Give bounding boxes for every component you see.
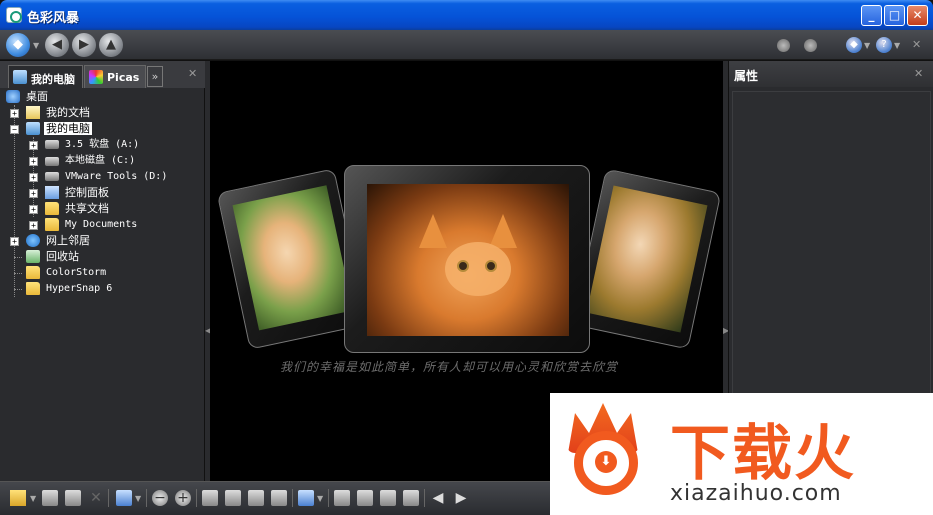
computer-icon xyxy=(13,70,27,84)
minimize-button[interactable]: _ xyxy=(861,5,882,26)
documents-icon xyxy=(26,106,40,119)
title-bar[interactable]: 色彩风暴 _ □ ✕ xyxy=(0,0,933,30)
expand-icon[interactable]: + xyxy=(29,205,38,214)
thumbnail-icon[interactable] xyxy=(357,490,373,506)
folder-icon xyxy=(45,202,59,215)
properties-title: 属性 xyxy=(734,69,759,83)
expand-icon[interactable]: + xyxy=(29,157,38,166)
tree-item-shared-documents[interactable]: + 共享文档 xyxy=(29,201,109,217)
panel-tabs: 我的电脑 Picas » ✕ xyxy=(0,61,205,88)
edit-icon[interactable] xyxy=(298,490,314,506)
tree-item-my-documents-folder[interactable]: + My Documents xyxy=(29,217,137,233)
fit-window-icon[interactable] xyxy=(202,490,218,506)
photo-girl-right xyxy=(586,185,708,333)
photo-girl-left xyxy=(232,185,354,331)
forward-button[interactable]: ▶ xyxy=(72,33,96,57)
home-orb-button[interactable]: ◆ xyxy=(6,33,30,57)
zoom-in-icon[interactable]: + xyxy=(175,490,191,506)
record-dot-button-2[interactable] xyxy=(804,39,817,52)
open-folder-icon[interactable] xyxy=(10,490,26,506)
tree-item-hypersnap[interactable]: HyperSnap 6 xyxy=(10,281,112,297)
expand-icon[interactable]: + xyxy=(29,221,38,230)
tab-picasa[interactable]: Picas xyxy=(84,65,146,88)
folder-icon xyxy=(26,266,40,279)
help-orb-icon[interactable]: ? xyxy=(876,37,892,53)
brand-url: xiazaihuo.com xyxy=(670,481,842,506)
close-icon[interactable]: ✕ xyxy=(914,67,923,80)
tree-item-desktop[interactable]: 桌面 xyxy=(6,89,48,105)
slideshow-icon[interactable] xyxy=(403,490,419,506)
expand-icon[interactable]: + xyxy=(29,141,38,150)
cd-drive-icon xyxy=(45,172,59,181)
back-button[interactable]: ◀ xyxy=(45,33,69,57)
watermark-logo: ⬇ 下载火 xiazaihuo.com xyxy=(550,393,933,515)
tree-item-colorstorm[interactable]: ColorStorm xyxy=(10,265,106,281)
view-mode-icon[interactable] xyxy=(116,490,132,506)
tree-item-floppy[interactable]: + 3.5 软盘 (A:) xyxy=(29,137,139,153)
fit-width-icon[interactable] xyxy=(248,490,264,506)
up-button[interactable]: ▲ xyxy=(99,33,123,57)
expand-icon[interactable]: + xyxy=(29,189,38,198)
properties-header: 属性 ✕ xyxy=(729,61,933,87)
record-dot-button[interactable] xyxy=(777,39,790,52)
collapse-icon[interactable]: − xyxy=(10,125,19,134)
expand-icon[interactable]: + xyxy=(10,109,19,118)
maximize-button[interactable]: □ xyxy=(884,5,905,26)
photo-kitten xyxy=(367,184,569,336)
folder-icon xyxy=(45,218,59,231)
app-icon xyxy=(6,7,22,23)
previous-icon[interactable]: ◀ xyxy=(430,490,446,506)
next-icon[interactable]: ▶ xyxy=(453,490,469,506)
window-title: 色彩风暴 xyxy=(27,11,80,26)
tree-item-control-panel[interactable]: + 控制面板 xyxy=(29,185,109,201)
print-icon[interactable] xyxy=(65,490,81,506)
select-icon[interactable] xyxy=(380,490,396,506)
close-icon[interactable]: ✕ xyxy=(188,67,197,80)
tree-item-vmware-tools[interactable]: + VMware Tools (D:) xyxy=(29,169,167,185)
folder-icon xyxy=(26,282,40,295)
photo-frame-right[interactable] xyxy=(572,168,722,350)
tree-item-my-computer[interactable]: − 我的电脑 xyxy=(10,121,92,137)
grid-icon[interactable] xyxy=(334,490,350,506)
network-icon xyxy=(26,234,40,247)
tree-item-network[interactable]: + 网上邻居 xyxy=(10,233,90,249)
zoom-out-icon[interactable]: − xyxy=(152,490,168,506)
computer-icon xyxy=(26,122,40,135)
navigation-bar: ◆ ▼ ◀ ▶ ▲ ◆ ▼ ? ▼ ✕ xyxy=(0,30,933,60)
close-button[interactable]: ✕ xyxy=(907,5,928,26)
chevron-down-icon[interactable]: ▼ xyxy=(33,41,39,50)
tab-my-computer[interactable]: 我的电脑 xyxy=(8,65,83,88)
delete-icon[interactable]: ✕ xyxy=(88,490,104,506)
photo-frame-center[interactable] xyxy=(344,165,590,353)
expand-icon[interactable]: + xyxy=(29,173,38,182)
floppy-icon xyxy=(45,140,59,149)
actual-size-icon[interactable] xyxy=(225,490,241,506)
close-icon[interactable]: ✕ xyxy=(912,38,921,51)
tree-item-my-documents[interactable]: + 我的文档 xyxy=(10,105,90,121)
expand-icon[interactable]: + xyxy=(10,237,19,246)
chevron-down-icon[interactable]: ▼ xyxy=(317,494,323,503)
control-panel-icon xyxy=(45,186,59,199)
chevron-down-icon[interactable]: ▼ xyxy=(135,494,141,503)
folder-panel: 我的电脑 Picas » ✕ 桌面 + 我的文档 − 我的电脑 + 3.5 软盘 xyxy=(0,61,205,481)
chevron-down-icon[interactable]: ▼ xyxy=(894,41,900,50)
photo-caption: 我们的幸福是如此简单，所有人却可以用心灵和欣赏去欣赏 xyxy=(280,360,619,374)
download-icon: ⬇ xyxy=(595,451,617,473)
recycle-bin-icon xyxy=(26,250,40,263)
tree-item-recycle-bin[interactable]: 回收站 xyxy=(10,249,79,265)
chevron-down-icon[interactable]: ▼ xyxy=(864,41,870,50)
brand-name: 下载火 xyxy=(670,419,856,489)
picasa-icon xyxy=(89,70,103,84)
desktop-icon xyxy=(6,90,20,103)
chevron-down-icon[interactable]: ▼ xyxy=(30,494,36,503)
more-tabs-button[interactable]: » xyxy=(147,66,163,87)
save-icon[interactable] xyxy=(42,490,58,506)
brand-logo: ⬇ xyxy=(560,401,652,501)
drive-icon xyxy=(45,157,59,166)
sync-orb-icon[interactable]: ◆ xyxy=(846,37,862,53)
fit-height-icon[interactable] xyxy=(271,490,287,506)
tree-item-local-disk-c[interactable]: + 本地磁盘 (C:) xyxy=(29,153,135,169)
